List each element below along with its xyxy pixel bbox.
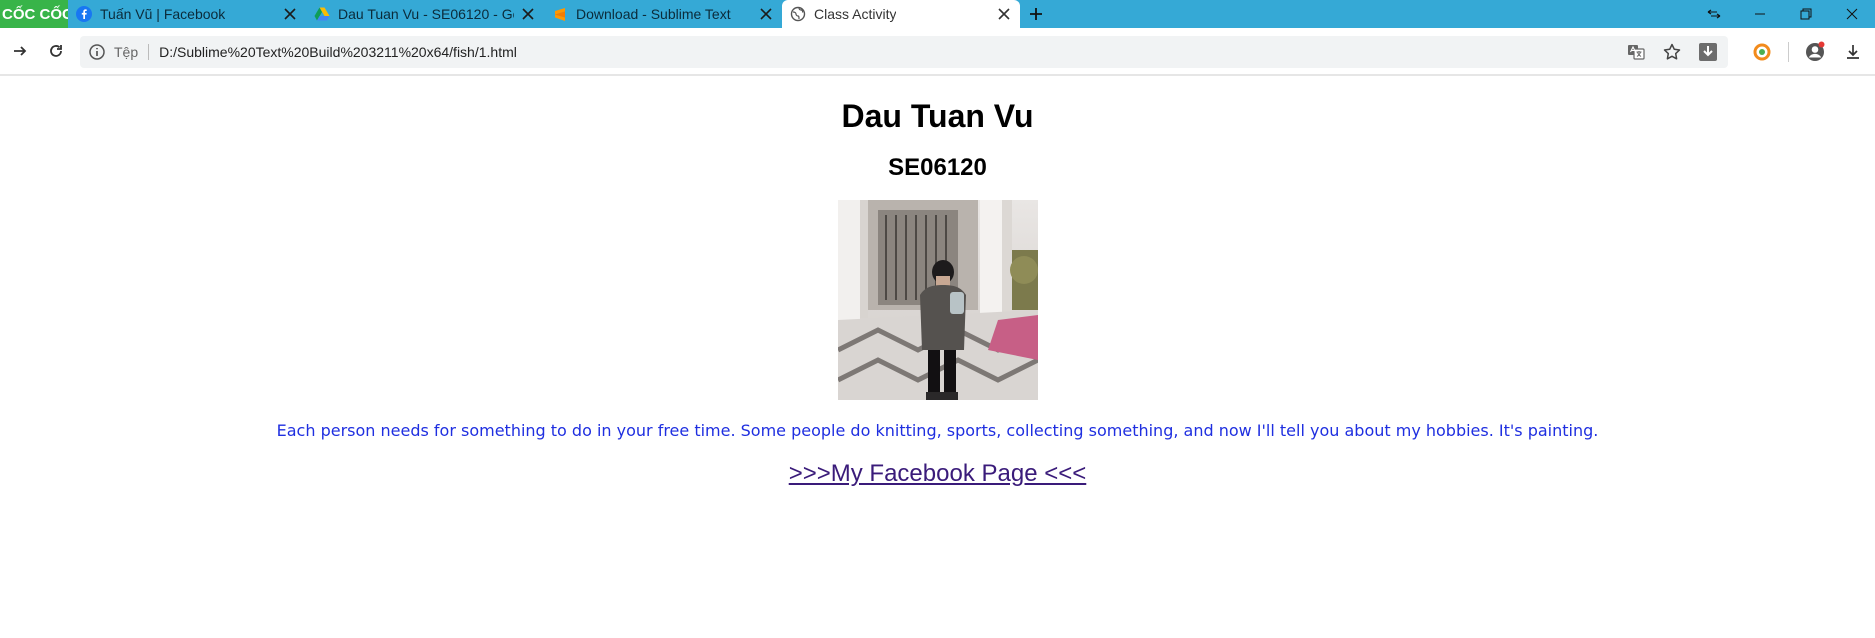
back-arrows-icon <box>1707 9 1721 19</box>
bookmark-star-icon[interactable] <box>1660 40 1684 64</box>
close-icon[interactable] <box>758 6 774 22</box>
address-scheme-label: Tệp <box>114 44 139 60</box>
close-icon[interactable] <box>282 6 298 22</box>
new-tab-button[interactable] <box>1020 0 1052 28</box>
close-icon <box>1846 8 1858 20</box>
tab-strip: CỐC CỐC Tuấn Vũ | Facebook Dau Tuan Vu -… <box>0 0 1875 28</box>
profile-photo <box>837 200 1038 400</box>
address-divider <box>148 44 150 60</box>
restore-icon <box>1800 8 1812 20</box>
reload-button[interactable] <box>40 35 72 67</box>
facebook-page-link[interactable]: >>>My Facebook Page <<< <box>789 460 1087 488</box>
address-url[interactable]: D:/Sublime%20Text%20Build%203211%20x64/f… <box>159 44 517 60</box>
forward-button[interactable] <box>4 35 36 67</box>
minimize-button[interactable] <box>1737 0 1783 28</box>
tab-sublime[interactable]: Download - Sublime Text <box>544 0 782 28</box>
page-content: Dau Tuan Vu SE06120 Each person needs fo… <box>0 78 1875 638</box>
plus-icon <box>1030 8 1042 20</box>
toolbar-separator <box>1788 42 1789 62</box>
minimize-icon <box>1755 13 1765 15</box>
globe-icon <box>790 6 806 22</box>
tab-facebook[interactable]: Tuấn Vũ | Facebook <box>68 0 306 28</box>
reload-icon <box>50 45 62 57</box>
address-bar[interactable]: Tệp D:/Sublime%20Text%20Build%203211%20x… <box>80 36 1728 68</box>
close-icon[interactable] <box>520 6 536 22</box>
window-controls <box>1691 0 1875 28</box>
browser-toolbar: Tệp D:/Sublime%20Text%20Build%203211%20x… <box>0 28 1875 76</box>
close-icon[interactable] <box>996 6 1012 22</box>
student-code: SE06120 <box>888 154 987 181</box>
page-title: Dau Tuan Vu <box>841 98 1034 134</box>
tab-title: Download - Sublime Text <box>576 6 731 22</box>
close-window-button[interactable] <box>1829 0 1875 28</box>
extension-icon[interactable] <box>1750 40 1774 64</box>
google-drive-icon <box>314 6 330 22</box>
info-icon[interactable] <box>88 43 106 61</box>
description-text: Each person needs for something to do in… <box>276 421 1599 440</box>
tab-title: Tuấn Vũ | Facebook <box>100 6 226 22</box>
restore-button[interactable] <box>1783 0 1829 28</box>
tab-class-activity[interactable]: Class Activity <box>782 0 1020 28</box>
tab-google-drive[interactable]: Dau Tuan Vu - SE06120 - Goo <box>306 0 544 28</box>
download-icon[interactable] <box>1841 40 1865 64</box>
profile-icon[interactable] <box>1803 40 1827 64</box>
translate-icon[interactable] <box>1624 40 1648 64</box>
tab-title: Class Activity <box>814 6 897 22</box>
toolbar-actions <box>1750 36 1865 68</box>
address-actions <box>1624 40 1720 64</box>
savior-download-icon[interactable] <box>1696 40 1720 64</box>
tab-search-button[interactable] <box>1691 0 1737 28</box>
sublime-icon <box>552 6 568 22</box>
facebook-icon <box>76 6 92 22</box>
tab-title: Dau Tuan Vu - SE06120 - Goo <box>338 6 514 22</box>
browser-logo[interactable]: CỐC CỐC <box>0 0 68 28</box>
forward-arrow-icon <box>14 46 27 56</box>
